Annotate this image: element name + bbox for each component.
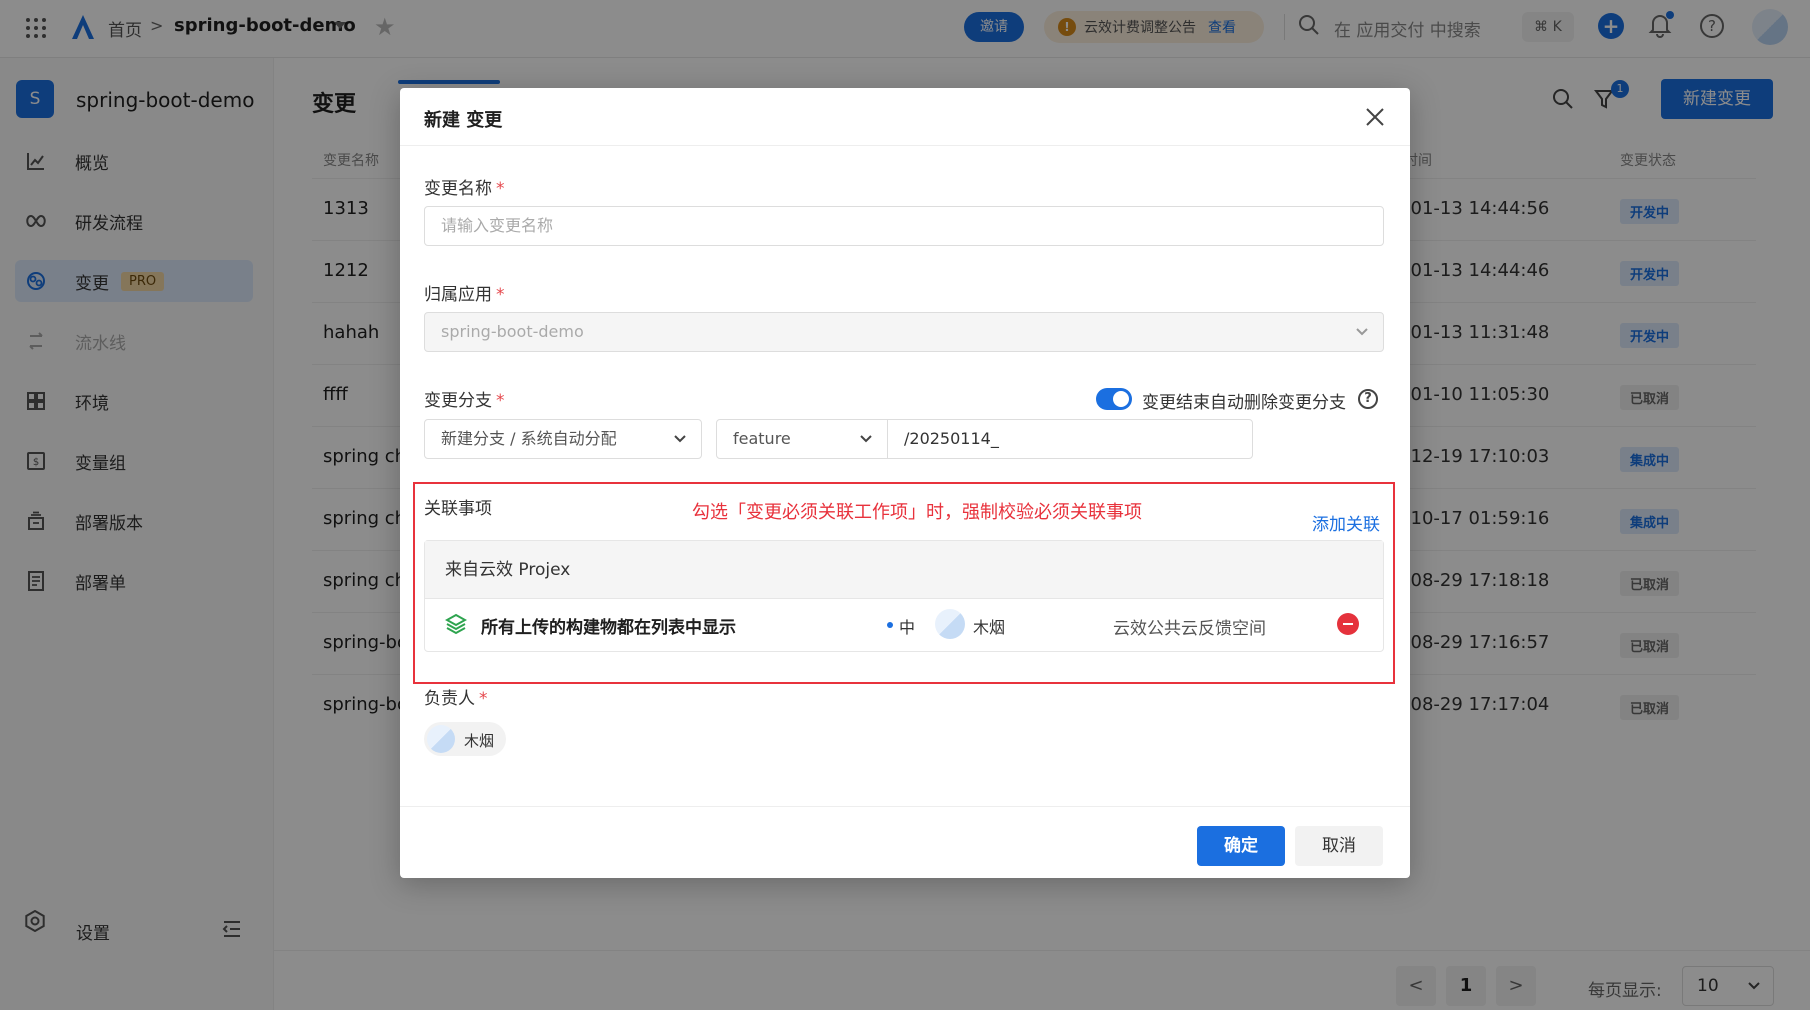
add-related-link[interactable]: 添加关联 (1312, 510, 1380, 535)
required-mark: * (496, 391, 505, 411)
avatar (935, 609, 965, 639)
label-text: 负责人 (424, 689, 475, 709)
work-item-assignee: 木烟 (973, 618, 1006, 637)
required-mark: * (496, 179, 505, 199)
auto-delete-branch-label: 变更结束自动删除变更分支 (1142, 393, 1346, 413)
branch-mode-value: 新建分支 / 系统自动分配 (441, 429, 617, 448)
source-header: 来自云效 Projex (425, 541, 1383, 599)
owner-name: 木烟 (464, 732, 495, 750)
label-text: 归属应用 (424, 285, 492, 305)
app-select-value: spring-boot-demo (441, 322, 584, 341)
related-items-panel: 来自云效 Projex 所有上传的构建物都在列表中显示 中 木烟 云效公共云反馈… (424, 540, 1384, 652)
remove-icon[interactable] (1337, 613, 1359, 635)
dialog-title: 新建 变更 (424, 110, 503, 131)
branch-label: 变更分支 * (424, 386, 505, 411)
avatar (427, 725, 455, 753)
branch-prefix-select[interactable]: feature (716, 419, 888, 459)
close-icon[interactable] (1362, 104, 1388, 130)
owner-chip[interactable]: 木烟 (424, 722, 506, 756)
work-item-space: 云效公共云反馈空间 (1113, 619, 1266, 639)
change-name-input[interactable]: 请输入变更名称 (424, 206, 1384, 246)
dialog-header: 新建 变更 (400, 88, 1410, 146)
priority-dot (887, 622, 893, 628)
annotation-text: 勾选「变更必须关联工作项」时，强制校验必须关联事项 (692, 502, 1142, 523)
chevron-down-icon (860, 435, 872, 443)
change-name-label: 变更名称 * (424, 174, 505, 199)
owner-label: 负责人 * (424, 684, 488, 709)
related-items-label: 关联事项 (424, 499, 492, 519)
branch-prefix-value: feature (733, 429, 791, 448)
help-icon[interactable]: ? (1358, 389, 1378, 409)
layers-icon (445, 613, 467, 635)
chevron-down-icon (1356, 328, 1368, 336)
required-mark: * (479, 689, 488, 709)
branch-mode-select[interactable]: 新建分支 / 系统自动分配 (424, 419, 702, 459)
work-item-row[interactable]: 所有上传的构建物都在列表中显示 中 木烟 云效公共云反馈空间 (425, 599, 1383, 651)
confirm-button[interactable]: 确定 (1197, 826, 1285, 866)
required-mark: * (496, 285, 505, 305)
app-label: 归属应用 * (424, 280, 505, 305)
cancel-button[interactable]: 取消 (1295, 826, 1383, 866)
auto-delete-branch-toggle[interactable] (1096, 388, 1132, 410)
label-text: 变更名称 (424, 179, 492, 199)
chevron-down-icon (674, 435, 686, 443)
work-item-priority: 中 (899, 618, 916, 637)
branch-suffix-input[interactable]: /20250114_ (887, 419, 1253, 459)
label-text: 变更分支 (424, 391, 492, 411)
new-change-dialog: 新建 变更 变更名称 * 请输入变更名称 归属应用 * spring-boot-de… (400, 88, 1410, 878)
app-select[interactable]: spring-boot-demo (424, 312, 1384, 352)
work-item-title[interactable]: 所有上传的构建物都在列表中显示 (481, 613, 736, 638)
